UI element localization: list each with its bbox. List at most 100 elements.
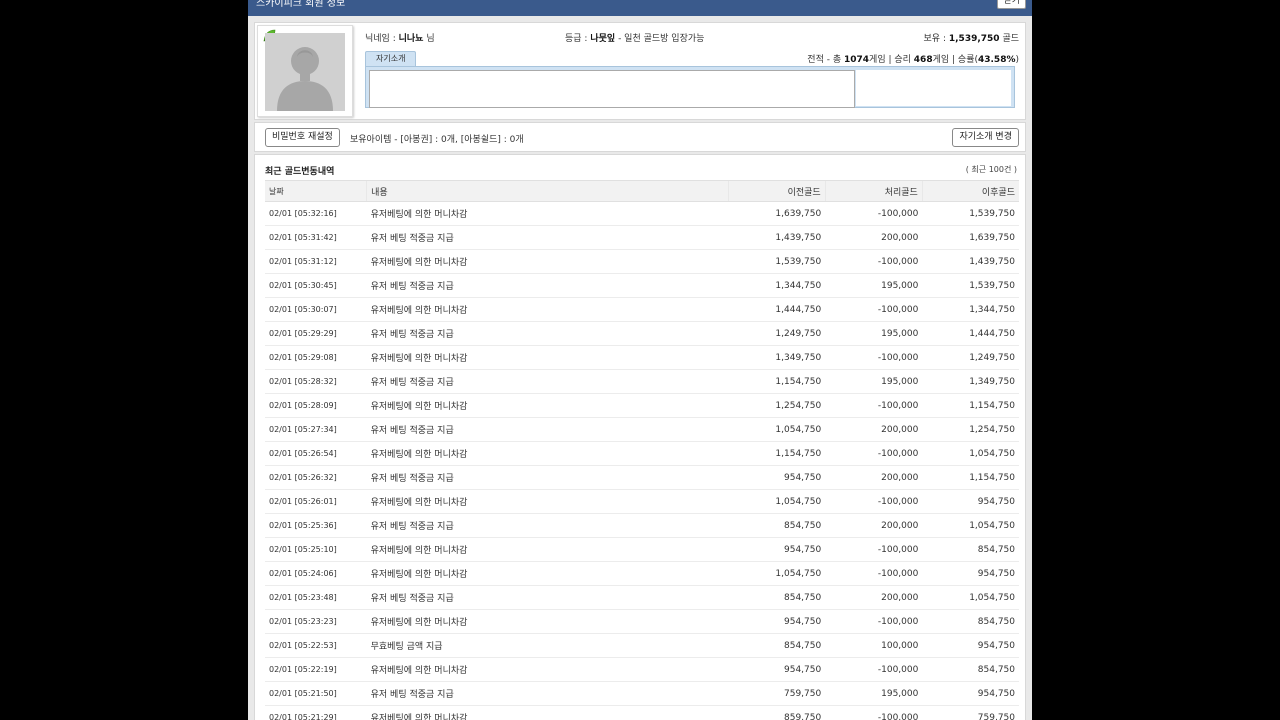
intro-area (365, 66, 1015, 108)
col-desc: 내용 (366, 180, 729, 202)
table-row: 02/01 [05:27:34] 유저 베팅 적중금 지급 1,054,750 200… (265, 417, 1019, 442)
cell-after: 854,750 (922, 537, 1019, 562)
cell-amount: -100,000 (825, 705, 923, 720)
cell-desc: 유저베팅에 의한 머니차감 (366, 489, 729, 514)
cell-desc: 유저베팅에 의한 머니차감 (366, 201, 729, 226)
cell-date: 02/01 [05:23:48] (265, 585, 367, 610)
cell-prev: 1,154,750 (728, 369, 826, 394)
table-row: 02/01 [05:25:10] 유저베팅에 의한 머니차감 954,750 -100… (265, 537, 1019, 562)
cell-prev: 1,639,750 (728, 201, 826, 226)
history-count: ( 최근 100건 ) (965, 165, 1017, 174)
gold-line: 보유 : 1,539,750 골드 (924, 31, 1019, 44)
win-rate: 43.58% (977, 55, 1016, 65)
close-button[interactable]: 닫기 (997, 0, 1026, 9)
cell-desc: 유저 베팅 적중금 지급 (366, 369, 729, 394)
tab-intro[interactable]: 자기소개 (365, 51, 417, 66)
table-row: 02/01 [05:22:19] 유저베팅에 의한 머니차감 954,750 -100… (265, 657, 1019, 682)
col-after: 이후골드 (921, 180, 1019, 202)
cell-prev: 1,254,750 (728, 393, 826, 418)
cell-amount: 195,000 (825, 369, 923, 394)
table-row: 02/01 [05:23:23] 유저베팅에 의한 머니차감 954,750 -100… (265, 609, 1019, 634)
cell-desc: 유저 베팅 적중금 지급 (366, 585, 729, 610)
cell-prev: 1,154,750 (728, 441, 826, 466)
col-date: 날짜 (265, 180, 367, 202)
change-intro-button[interactable]: 자기소개 변경 (952, 128, 1019, 147)
table-row: 02/01 [05:32:16] 유저베팅에 의한 머니차감 1,639,750 -1… (265, 201, 1019, 226)
cell-prev: 1,349,750 (728, 345, 826, 370)
cell-after: 1,054,750 (922, 513, 1019, 538)
cell-prev: 1,054,750 (728, 489, 826, 514)
cell-date: 02/01 [05:26:54] (265, 441, 367, 466)
cell-amount: -100,000 (825, 657, 923, 682)
cell-date: 02/01 [05:24:06] (265, 561, 367, 586)
cell-amount: 195,000 (825, 273, 923, 298)
gold-history-panel: 최근 골드변동내역 ( 최근 100건 ) 날짜 내용 이전골드 처리골드 이후… (254, 154, 1026, 720)
cell-amount: -100,000 (825, 393, 923, 418)
gold-value: 1,539,750 (948, 34, 1000, 44)
cell-amount: 200,000 (825, 417, 923, 442)
cell-after: 1,639,750 (922, 225, 1019, 250)
cell-after: 1,444,750 (922, 321, 1019, 346)
intro-textbox[interactable] (369, 70, 855, 108)
cell-amount: 200,000 (825, 465, 923, 490)
record-prefix: 전적 - 총 (807, 55, 842, 65)
table-row: 02/01 [05:22:53] 무효베팅 금액 지급 854,750 100,000… (265, 633, 1019, 658)
cell-amount: 200,000 (825, 585, 923, 610)
default-user-icon (265, 33, 345, 111)
cell-desc: 유저 베팅 적중금 지급 (366, 273, 729, 298)
cell-date: 02/01 [05:27:34] (265, 417, 367, 442)
cell-amount: 195,000 (825, 681, 923, 706)
grade-label: 등급 : (565, 34, 588, 44)
cell-date: 02/01 [05:31:12] (265, 249, 367, 274)
cell-date: 02/01 [05:21:50] (265, 681, 367, 706)
cell-date: 02/01 [05:26:32] (265, 465, 367, 490)
cell-after: 854,750 (922, 657, 1019, 682)
cell-desc: 유저 베팅 적중금 지급 (366, 225, 729, 250)
cell-amount: -100,000 (825, 561, 923, 586)
table-row: 02/01 [05:31:42] 유저 베팅 적중금 지급 1,439,750 200… (265, 225, 1019, 250)
cell-desc: 유저 베팅 적중금 지급 (366, 513, 729, 538)
actions-bar: 비밀번호 재설정 보유아이템 - [아봉권] : 0개, [아봉쉴드] : 0개… (254, 122, 1026, 152)
owned-items-text: 보유아이템 - [아봉권] : 0개, [아봉쉴드] : 0개 (350, 135, 524, 145)
cell-date: 02/01 [05:28:09] (265, 393, 367, 418)
col-prev: 이전골드 (727, 180, 826, 202)
window-title: 스카이피크 회원 정보 (256, 0, 346, 9)
cell-prev: 759,750 (728, 681, 826, 706)
title-bar: 스카이피크 회원 정보 닫기 (248, 0, 1032, 16)
profile-panel: 닉네임 : 니나뇨 님 등급 : 나뭇잎 - 일천 골드방 입장가능 보유 : … (254, 22, 1026, 120)
record-suffix: ) (1015, 55, 1019, 65)
cell-desc: 유저베팅에 의한 머니차감 (366, 393, 729, 418)
wins-unit: 게임 | 승률( (932, 55, 978, 65)
cell-after: 759,750 (922, 705, 1019, 720)
cell-after: 954,750 (922, 489, 1019, 514)
reset-password-button[interactable]: 비밀번호 재설정 (265, 128, 340, 147)
table-row: 02/01 [05:31:12] 유저베팅에 의한 머니차감 1,539,750 -1… (265, 249, 1019, 274)
cell-desc: 무효베팅 금액 지급 (366, 633, 729, 658)
cell-after: 1,439,750 (922, 249, 1019, 274)
table-row: 02/01 [05:26:54] 유저베팅에 의한 머니차감 1,154,750 -1… (265, 441, 1019, 466)
cell-desc: 유저베팅에 의한 머니차감 (366, 705, 729, 720)
cell-date: 02/01 [05:21:29] (265, 705, 367, 720)
member-info-window: 스카이피크 회원 정보 닫기 닉네임 : 니나뇨 님 등급: 나뭇잎 - 일천… (248, 0, 1032, 720)
nickname-value: 니나뇨 (398, 34, 424, 44)
table-header-row: 날짜 내용 이전골드 처리골드 이후골드 (265, 180, 1019, 202)
cell-after: 954,750 (922, 633, 1019, 658)
cell-prev: 1,054,750 (728, 417, 826, 442)
cell-amount: -100,000 (825, 345, 923, 370)
cell-amount: 195,000 (825, 321, 923, 346)
cell-after: 1,539,750 (922, 201, 1019, 226)
cell-prev: 954,750 (728, 657, 826, 682)
cell-date: 02/01 [05:23:23] (265, 609, 367, 634)
gold-unit: 골드 (1002, 34, 1019, 44)
gold-label: 보유 : (923, 34, 946, 44)
gold-history-table: 날짜 내용 이전골드 처리골드 이후골드 02/01 [05:32:16] 유저베… (265, 180, 1019, 720)
cell-after: 954,750 (922, 561, 1019, 586)
history-title: 최근 골드변동내역 (265, 167, 335, 177)
table-row: 02/01 [05:26:32] 유저 베팅 적중금 지급 954,750 200,0… (265, 465, 1019, 490)
cell-prev: 1,439,750 (728, 225, 826, 250)
cell-date: 02/01 [05:26:01] (265, 489, 367, 514)
profile-info: 닉네임 : 니나뇨 님 등급 : 나뭇잎 - 일천 골드방 입장가능 보유 : … (365, 23, 1019, 115)
grade-line: 등급 : 나뭇잎 - 일천 골드방 입장가능 (565, 31, 704, 44)
games-unit: 게임 | 승리 (869, 55, 911, 65)
cell-date: 02/01 [05:32:16] (265, 201, 367, 226)
